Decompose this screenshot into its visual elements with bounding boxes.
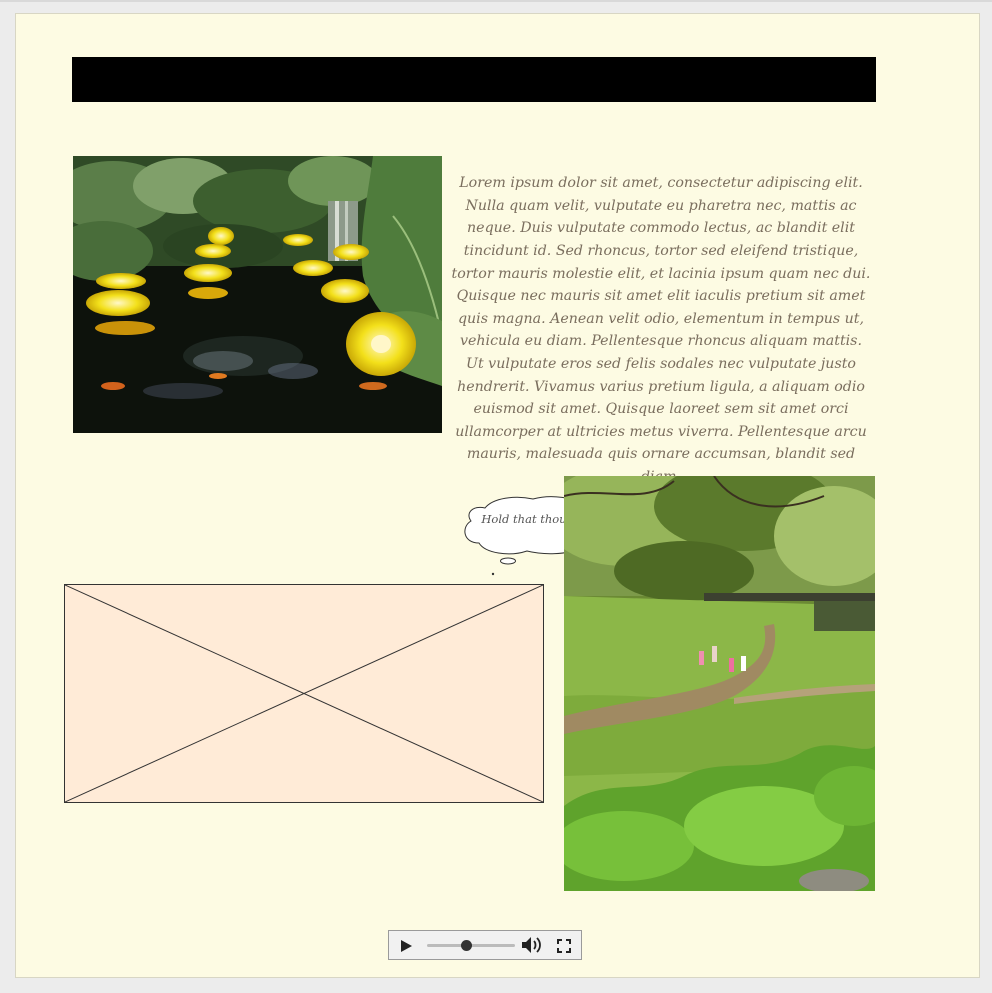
fullscreen-icon[interactable] [557,938,571,953]
window-top-edge [0,0,992,2]
seek-slider-handle[interactable] [461,940,473,951]
park-path-photo [564,476,875,891]
play-icon[interactable] [399,938,413,952]
header-bar [72,57,876,102]
volume-icon[interactable] [521,936,543,954]
image-placeholder [64,584,544,803]
media-player-controls [388,930,582,960]
intro-paragraph: Lorem ipsum dolor sit amet, consectetur … [451,175,871,485]
pond-photo [73,156,442,433]
